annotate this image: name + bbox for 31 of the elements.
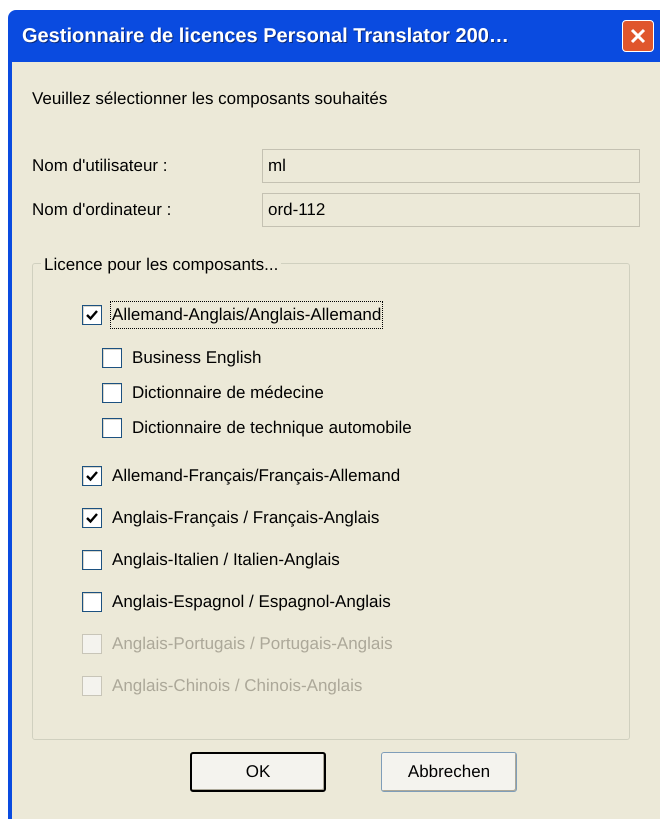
checkbox-label: Anglais-Espagnol / Espagnol-Anglais: [111, 591, 392, 614]
checkbox-label: Dictionnaire de technique automobile: [131, 416, 413, 439]
checkbox-label: Allemand-Anglais/Anglais-Allemand: [110, 301, 384, 329]
input-field[interactable]: ord-112: [262, 193, 640, 227]
checkbox-label: Anglais-Français / Français-Anglais: [111, 507, 380, 530]
checkbox[interactable]: [102, 348, 122, 368]
field-label: Nom d'utilisateur :: [32, 155, 169, 178]
checkbox-label: Business English: [131, 346, 262, 369]
checkmark-icon: [86, 512, 98, 524]
checkbox[interactable]: [82, 508, 102, 528]
checkbox-label: Anglais-Chinois / Chinois-Anglais: [111, 675, 364, 698]
close-button[interactable]: [622, 20, 654, 52]
checkbox[interactable]: [102, 418, 122, 438]
checkbox-label: Allemand-Français/Français-Allemand: [111, 465, 402, 488]
dialog-button[interactable]: OK: [190, 752, 326, 792]
close-icon: [629, 27, 647, 45]
dialog-button[interactable]: Abbrechen: [381, 752, 517, 792]
checkbox-label: Anglais-Italien / Italien-Anglais: [111, 549, 341, 572]
checkbox[interactable]: [82, 592, 102, 612]
checkbox[interactable]: [102, 382, 122, 402]
checkbox[interactable]: [82, 305, 102, 325]
window-title: Gestionnaire de licences Personal Translator 200…: [22, 24, 509, 49]
checkmark-icon: [86, 309, 98, 321]
checkbox-label: Dictionnaire de médecine: [131, 382, 325, 404]
checkbox[interactable]: [82, 466, 102, 486]
checkmark-icon: [86, 470, 98, 482]
instruction-text: Veuillez sélectionner les composants souhaités: [32, 88, 388, 110]
field-label: Nom d'ordinateur :: [32, 199, 172, 222]
checkbox-label: Anglais-Portugais / Portugais-Anglais: [111, 633, 394, 656]
input-field[interactable]: ml: [262, 149, 640, 183]
checkbox[interactable]: [82, 550, 102, 570]
